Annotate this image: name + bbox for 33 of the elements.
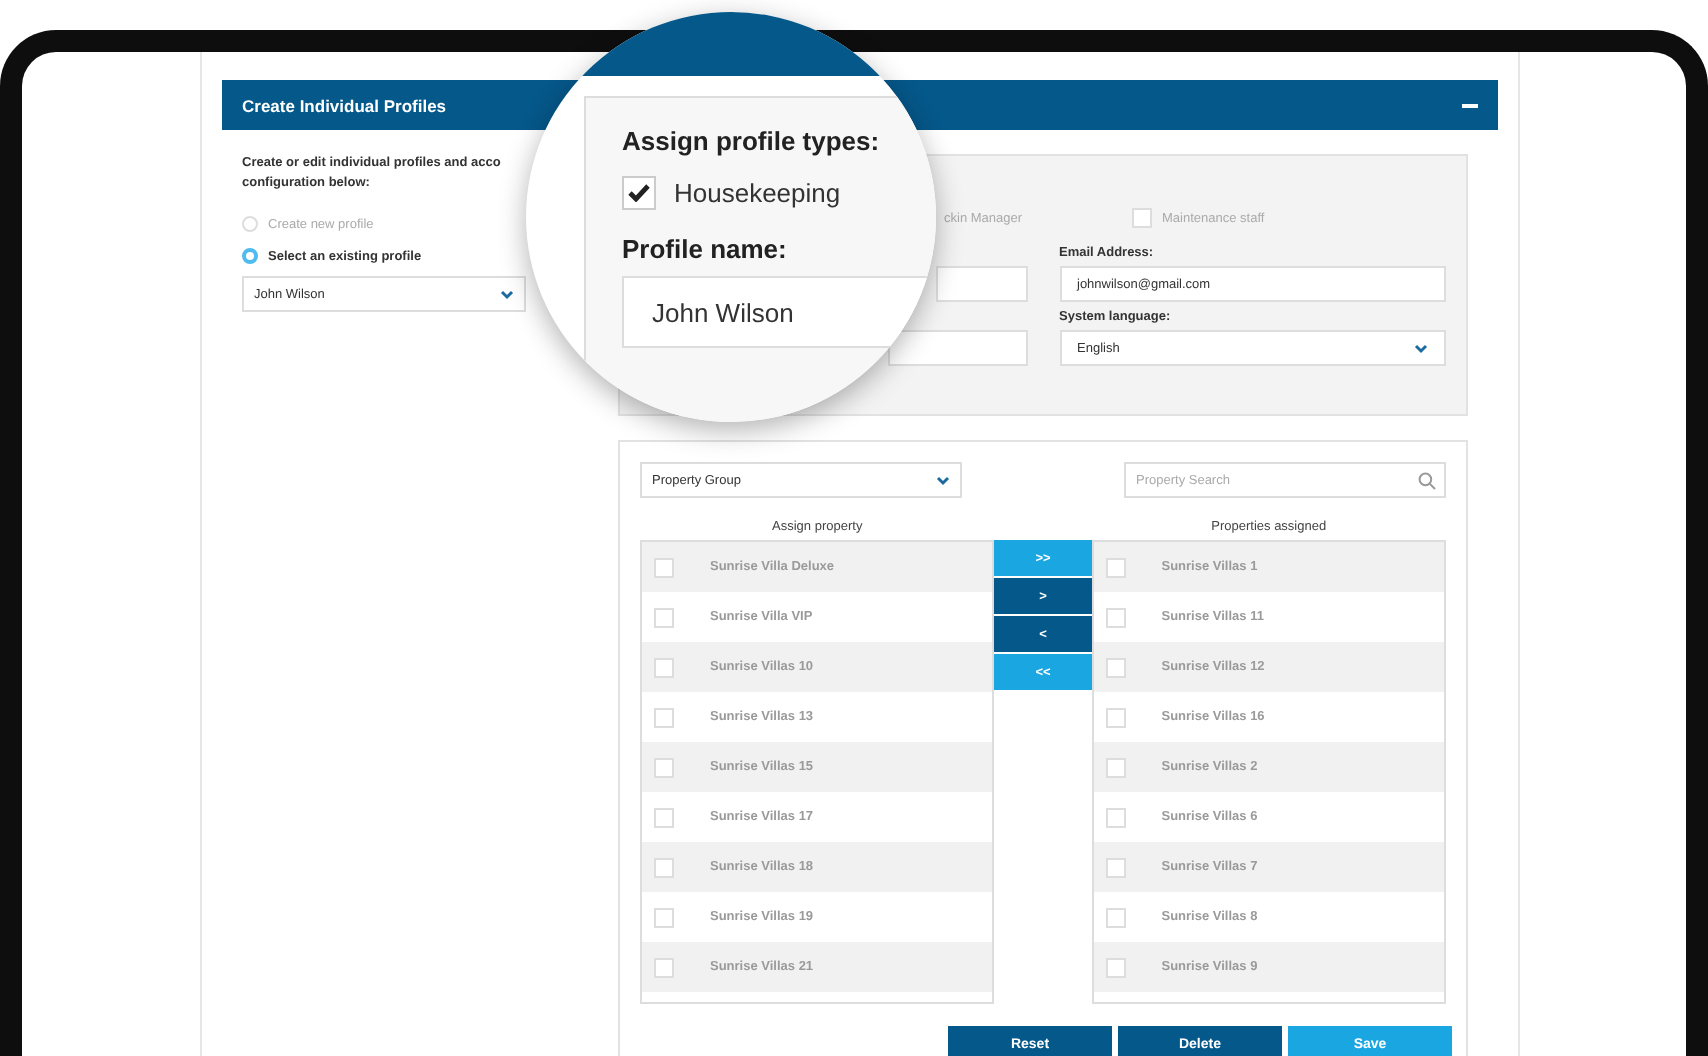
checkbox[interactable] <box>1105 757 1126 777</box>
check-icon <box>628 184 650 202</box>
checkbox[interactable] <box>654 607 674 627</box>
checkbox-label[interactable]: Housekeeping <box>674 178 841 208</box>
field-label: Profile name: <box>622 234 789 264</box>
chevron-icon <box>1414 343 1428 353</box>
checkbox[interactable] <box>654 857 674 877</box>
checkbox[interactable] <box>1132 208 1152 228</box>
checkbox[interactable] <box>1105 657 1126 677</box>
checkbox[interactable] <box>622 176 656 210</box>
panel-title: Create Individual Profiles <box>242 95 447 115</box>
section-label: Assign profile types: <box>622 126 882 156</box>
checkbox[interactable] <box>1105 957 1126 977</box>
checkbox[interactable] <box>1105 857 1126 877</box>
checkbox[interactable] <box>1105 707 1126 727</box>
radio-button[interactable] <box>242 216 258 233</box>
checkbox[interactable] <box>654 657 674 677</box>
checkbox[interactable] <box>654 557 674 577</box>
chevron-icon <box>500 289 514 300</box>
search-icon <box>1418 471 1436 489</box>
checkbox[interactable] <box>1105 807 1126 827</box>
input-field[interactable] <box>887 330 1027 366</box>
checkbox[interactable] <box>1105 607 1126 627</box>
chevron-icon <box>936 475 950 485</box>
checkbox[interactable] <box>654 807 674 827</box>
checkbox[interactable] <box>654 757 674 777</box>
checkbox[interactable] <box>654 907 674 927</box>
checkbox[interactable] <box>654 957 674 977</box>
checkbox[interactable] <box>654 707 674 727</box>
input-field[interactable] <box>935 266 1027 302</box>
radio-button[interactable] <box>242 248 258 265</box>
checkbox[interactable] <box>1105 557 1126 577</box>
checkbox[interactable] <box>1105 907 1126 927</box>
